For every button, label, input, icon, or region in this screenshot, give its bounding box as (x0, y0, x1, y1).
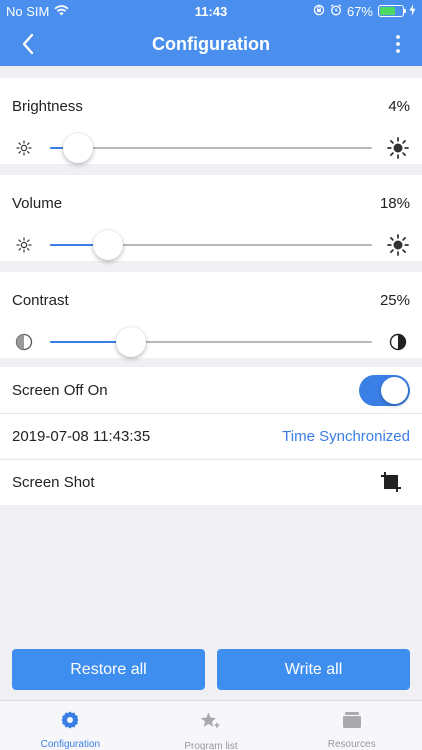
status-right: 67% (313, 3, 416, 19)
charging-icon (409, 3, 416, 19)
sun-small-icon (12, 233, 36, 257)
time-synchronized-button[interactable]: Time Synchronized (282, 428, 410, 445)
more-menu-button[interactable] (386, 30, 410, 58)
brightness-value: 4% (388, 98, 410, 115)
contrast-icon (386, 330, 410, 354)
settings-list: Screen Off On 2019-07-08 11:43:35 Time S… (0, 367, 422, 505)
volume-slider[interactable] (50, 230, 372, 260)
battery-fill (380, 7, 395, 15)
rotation-lock-icon (313, 4, 325, 19)
contrast-label: Contrast (12, 292, 69, 309)
tab-label: Program list (184, 741, 238, 750)
tab-bar: Configuration Program list Resources (0, 700, 422, 750)
contrast-icon (12, 330, 36, 354)
time-sync-row: 2019-07-08 11:43:35 Time Synchronized (0, 413, 422, 459)
volume-value: 18% (379, 195, 410, 212)
battery-percent: 67% (346, 3, 373, 19)
volume-card: Volume 18% (0, 175, 422, 261)
slider-track (50, 341, 372, 343)
gear-icon (59, 710, 81, 730)
screen-shot-row[interactable]: Screen Shot (0, 459, 422, 505)
status-bar: No SIM 11:43 67% (0, 0, 422, 22)
tab-label: Resources (327, 739, 376, 750)
slider-track (50, 147, 372, 149)
write-all-button[interactable]: Write all (217, 649, 410, 690)
back-button[interactable] (14, 30, 42, 58)
status-left: No SIM (6, 4, 313, 19)
volume-label: Volume (12, 195, 63, 212)
slider-thumb[interactable] (62, 133, 93, 163)
action-buttons: Restore all Write all (12, 649, 410, 690)
toggle-knob (381, 376, 408, 404)
stack-icon (341, 710, 363, 730)
sun-large-icon (386, 136, 410, 160)
alarm-icon (330, 3, 342, 19)
brightness-card: Brightness 4% (0, 78, 422, 164)
slider-thumb[interactable] (92, 230, 123, 260)
screen-off-on-toggle[interactable] (359, 374, 410, 406)
contrast-card: Contrast 25% (0, 272, 422, 358)
tab-label: Configuration (40, 739, 101, 750)
screen-off-on-row: Screen Off On (0, 367, 422, 413)
contrast-slider[interactable] (50, 327, 372, 357)
battery-icon (378, 5, 406, 17)
brightness-slider[interactable] (50, 133, 372, 163)
tab-configuration[interactable]: Configuration (0, 701, 141, 750)
crop-icon[interactable] (380, 471, 402, 493)
more-vertical-icon (396, 35, 400, 53)
contrast-value: 25% (379, 292, 410, 309)
sun-large-icon (386, 233, 410, 257)
slider-fill (50, 147, 63, 149)
brightness-label: Brightness (12, 98, 83, 115)
nav-bar: Configuration (0, 22, 422, 66)
slider-thumb[interactable] (115, 327, 146, 357)
tab-resources[interactable]: Resources (281, 701, 422, 750)
sun-small-icon (12, 136, 36, 160)
wifi-icon (54, 4, 69, 19)
star-list-icon (200, 710, 222, 732)
device-datetime: 2019-07-08 11:43:35 (12, 427, 151, 445)
restore-all-button[interactable]: Restore all (12, 649, 205, 690)
tab-program-list[interactable]: Program list (141, 701, 282, 750)
chevron-left-icon (22, 33, 34, 55)
screen-shot-label: Screen Shot (12, 473, 95, 491)
carrier-label: No SIM (6, 3, 50, 19)
content: Brightness 4% Volume 18% Contrast 25% Sc… (0, 66, 422, 505)
page-title: Configuration (152, 33, 270, 54)
screen-off-on-label: Screen Off On (12, 381, 108, 399)
